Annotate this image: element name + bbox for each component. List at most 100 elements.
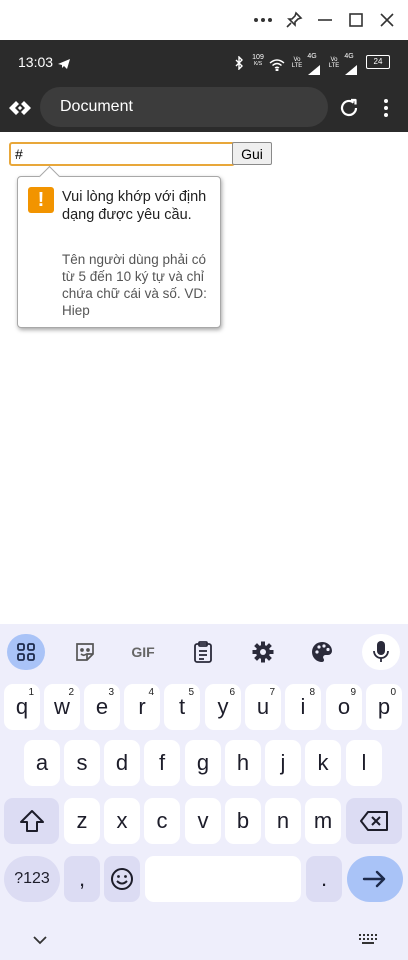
key-u[interactable]: u7 bbox=[245, 684, 281, 730]
period-key[interactable]: . bbox=[306, 856, 342, 902]
status-time: 13:03 bbox=[18, 54, 54, 70]
clipboard-icon[interactable] bbox=[184, 634, 222, 670]
validation-detail: Tên người dùng phải có từ 5 đến 10 ký tự… bbox=[62, 252, 207, 318]
key-r[interactable]: r4 bbox=[124, 684, 160, 730]
battery-icon: 24 bbox=[366, 55, 390, 69]
sim2-volte-bottom: LTE bbox=[328, 63, 340, 69]
sim2-volte: Vo LTE bbox=[327, 57, 341, 69]
key-label: y bbox=[217, 694, 229, 719]
shift-icon bbox=[19, 810, 44, 832]
key-b[interactable]: b bbox=[225, 798, 261, 844]
wifi-icon bbox=[269, 56, 285, 75]
key-hint: 3 bbox=[108, 687, 114, 698]
theme-palette-icon[interactable] bbox=[303, 634, 341, 670]
window-title-bar bbox=[0, 0, 408, 40]
submit-button[interactable]: Gui bbox=[232, 142, 272, 165]
key-k[interactable]: k bbox=[305, 740, 341, 786]
more-options-icon[interactable] bbox=[250, 8, 276, 32]
close-icon[interactable] bbox=[374, 8, 400, 32]
backspace-icon bbox=[360, 811, 388, 831]
key-y[interactable]: y6 bbox=[205, 684, 241, 730]
emoji-icon bbox=[111, 868, 133, 890]
key-z[interactable]: z bbox=[64, 798, 100, 844]
key-label: i bbox=[300, 694, 306, 719]
hide-keyboard-chevron-icon[interactable] bbox=[32, 930, 48, 949]
key-hint: 8 bbox=[309, 687, 315, 698]
pin-icon[interactable] bbox=[281, 8, 307, 32]
key-g[interactable]: g bbox=[185, 740, 221, 786]
microphone-icon[interactable] bbox=[362, 634, 400, 670]
backspace-key[interactable] bbox=[346, 798, 402, 844]
apps-grid-icon[interactable] bbox=[7, 634, 45, 670]
username-input[interactable] bbox=[9, 142, 235, 166]
key-label: o bbox=[337, 694, 351, 719]
key-label: t bbox=[178, 694, 186, 719]
web-page: Gui ! Vui lòng khớp với định dạng được y… bbox=[0, 132, 408, 624]
bluetooth-icon bbox=[234, 55, 244, 74]
gif-button[interactable]: GIF bbox=[124, 634, 162, 670]
key-e[interactable]: e3 bbox=[84, 684, 120, 730]
key-v[interactable]: v bbox=[185, 798, 221, 844]
shift-key[interactable] bbox=[4, 798, 59, 844]
key-n[interactable]: n bbox=[265, 798, 301, 844]
key-p[interactable]: p0 bbox=[366, 684, 402, 730]
emoji-key[interactable] bbox=[104, 856, 140, 902]
browser-toolbar: Document bbox=[0, 84, 408, 132]
maximize-icon[interactable] bbox=[343, 8, 369, 32]
settings-gear-icon[interactable] bbox=[244, 634, 282, 670]
key-label: e bbox=[95, 694, 109, 719]
space-key[interactable] bbox=[145, 856, 301, 902]
key-q[interactable]: q1 bbox=[4, 684, 40, 730]
sim1-signal-icon bbox=[308, 60, 320, 79]
key-hint: 9 bbox=[350, 687, 356, 698]
address-bar[interactable]: Document bbox=[40, 87, 328, 127]
app-logo-icon[interactable] bbox=[8, 98, 32, 122]
key-hint: 2 bbox=[68, 687, 74, 698]
network-speed: 109 K/S bbox=[250, 54, 266, 67]
key-o[interactable]: o9 bbox=[326, 684, 362, 730]
key-hint: 0 bbox=[390, 687, 396, 698]
key-label: u bbox=[256, 694, 270, 719]
key-w[interactable]: w2 bbox=[44, 684, 80, 730]
comma-key[interactable]: , bbox=[64, 856, 100, 902]
key-l[interactable]: l bbox=[346, 740, 382, 786]
sim1-volte: Vo LTE bbox=[290, 57, 304, 69]
key-x[interactable]: x bbox=[104, 798, 140, 844]
warning-icon: ! bbox=[28, 187, 54, 213]
key-h[interactable]: h bbox=[225, 740, 261, 786]
key-label: r bbox=[138, 694, 146, 719]
key-f[interactable]: f bbox=[144, 740, 180, 786]
key-hint: 4 bbox=[148, 687, 154, 698]
validation-message: Vui lòng khớp với định dạng được yêu cầu… bbox=[62, 189, 207, 223]
key-s[interactable]: s bbox=[64, 740, 100, 786]
key-i[interactable]: i8 bbox=[285, 684, 321, 730]
key-label: p bbox=[377, 694, 391, 719]
key-label: q bbox=[15, 694, 29, 719]
key-hint: 5 bbox=[188, 687, 194, 698]
page-title: Document bbox=[60, 98, 133, 115]
reload-icon[interactable] bbox=[338, 97, 360, 123]
overflow-menu-icon[interactable] bbox=[383, 98, 389, 122]
symbols-key[interactable]: ?123 bbox=[4, 856, 60, 902]
key-c[interactable]: c bbox=[144, 798, 180, 844]
minimize-icon[interactable] bbox=[312, 8, 338, 32]
sticker-icon[interactable] bbox=[66, 634, 104, 670]
keyboard-switch-icon[interactable] bbox=[358, 930, 378, 949]
network-speed-unit: K/S bbox=[253, 61, 263, 67]
sim2-signal-icon bbox=[345, 60, 357, 79]
telegram-icon bbox=[57, 55, 71, 74]
key-a[interactable]: a bbox=[24, 740, 60, 786]
key-hint: 7 bbox=[269, 687, 275, 698]
onscreen-keyboard: GIF q1 w2 e3 r4 t5 y6 u7 i8 o9 p0 a s d … bbox=[0, 624, 408, 960]
tooltip-arrow bbox=[38, 165, 61, 188]
key-d[interactable]: d bbox=[104, 740, 140, 786]
key-t[interactable]: t5 bbox=[164, 684, 200, 730]
sim1-volte-bottom: LTE bbox=[291, 63, 303, 69]
key-j[interactable]: j bbox=[265, 740, 301, 786]
key-hint: 6 bbox=[229, 687, 235, 698]
enter-key[interactable] bbox=[347, 856, 403, 902]
arrow-right-icon bbox=[362, 870, 386, 888]
key-m[interactable]: m bbox=[305, 798, 341, 844]
status-bar: 13:03 109 K/S Vo LTE 4G Vo LTE 4G 24 bbox=[0, 40, 408, 84]
key-hint: 1 bbox=[28, 687, 34, 698]
